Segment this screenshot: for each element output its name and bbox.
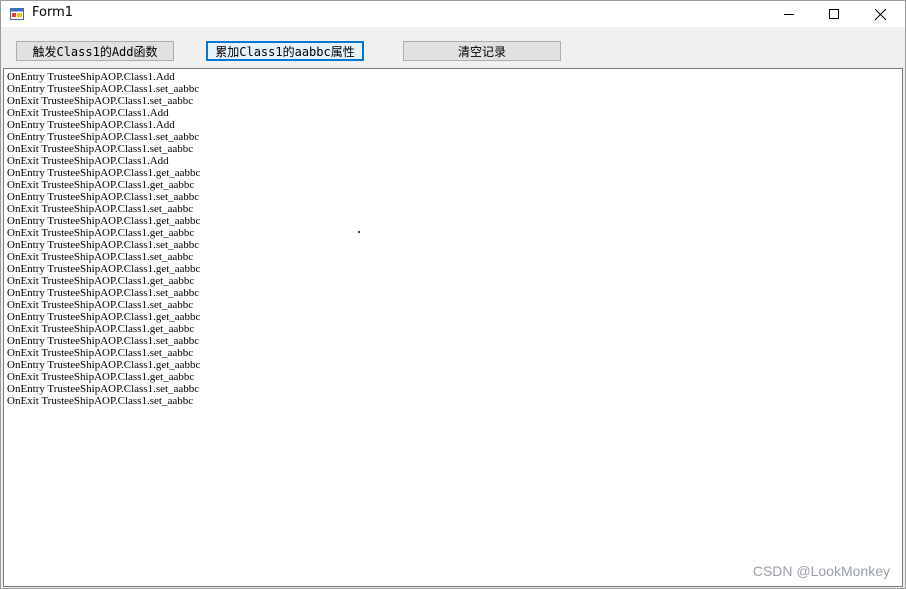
log-line: OnEntry TrusteeShipAOP.Class1.set_aabbc <box>7 191 200 203</box>
log-line: OnEntry TrusteeShipAOP.Class1.set_aabbc <box>7 239 200 251</box>
log-line: OnExit TrusteeShipAOP.Class1.Add <box>7 155 169 167</box>
accumulate-aabbc-button[interactable]: 累加Class1的aabbc属性 <box>206 41 364 61</box>
log-line: OnEntry TrusteeShipAOP.Class1.Add <box>7 71 175 83</box>
log-line: OnEntry TrusteeShipAOP.Class1.get_aabbc <box>7 215 201 227</box>
log-lines: OnEntry TrusteeShipAOP.Class1.Add OnEntry… <box>7 71 200 407</box>
maximize-icon <box>829 9 839 19</box>
minimize-icon <box>784 14 794 15</box>
log-line: OnEntry TrusteeShipAOP.Class1.set_aabbc <box>7 131 200 143</box>
mouse-cursor-dot <box>358 231 360 233</box>
log-line: OnEntry TrusteeShipAOP.Class1.get_aabbc <box>7 359 201 371</box>
log-line: OnExit TrusteeShipAOP.Class1.get_aabbc <box>7 227 195 239</box>
log-line: OnExit TrusteeShipAOP.Class1.set_aabbc <box>7 347 194 359</box>
log-line: OnExit TrusteeShipAOP.Class1.set_aabbc <box>7 395 194 407</box>
form1-window: Form1 触发Class1的Add函数 累加Class1的aabbc属性 清空… <box>0 0 906 589</box>
log-line: OnExit TrusteeShipAOP.Class1.set_aabbc <box>7 203 194 215</box>
log-line: OnExit TrusteeShipAOP.Class1.set_aabbc <box>7 299 194 311</box>
csdn-watermark: CSDN @LookMonkey <box>752 563 890 579</box>
clear-log-button[interactable]: 清空记录 <box>403 41 561 61</box>
log-line: OnExit TrusteeShipAOP.Class1.Add <box>7 107 169 119</box>
log-line: OnExit TrusteeShipAOP.Class1.set_aabbc <box>7 95 194 107</box>
log-line: OnEntry TrusteeShipAOP.Class1.set_aabbc <box>7 383 200 395</box>
log-textbox[interactable]: OnEntry TrusteeShipAOP.Class1.Add OnEntry… <box>3 68 903 587</box>
log-line: OnEntry TrusteeShipAOP.Class1.get_aabbc <box>7 311 201 323</box>
log-line: OnEntry TrusteeShipAOP.Class1.get_aabbc <box>7 167 201 179</box>
log-line: OnExit TrusteeShipAOP.Class1.set_aabbc <box>7 143 194 155</box>
log-line: OnExit TrusteeShipAOP.Class1.get_aabbc <box>7 275 195 287</box>
log-line: OnEntry TrusteeShipAOP.Class1.Add <box>7 119 175 131</box>
log-line: OnEntry TrusteeShipAOP.Class1.set_aabbc <box>7 335 200 347</box>
trigger-add-button[interactable]: 触发Class1的Add函数 <box>16 41 174 61</box>
log-line: OnExit TrusteeShipAOP.Class1.get_aabbc <box>7 179 195 191</box>
log-line: OnEntry TrusteeShipAOP.Class1.set_aabbc <box>7 83 200 95</box>
winforms-app-icon <box>10 6 26 22</box>
window-title: Form1 <box>32 5 74 20</box>
title-bar[interactable]: Form1 <box>1 1 905 27</box>
close-button[interactable] <box>857 1 903 27</box>
log-line: OnExit TrusteeShipAOP.Class1.get_aabbc <box>7 323 195 335</box>
log-line: OnEntry TrusteeShipAOP.Class1.get_aabbc <box>7 263 201 275</box>
log-line: OnExit TrusteeShipAOP.Class1.get_aabbc <box>7 371 195 383</box>
close-icon <box>874 8 886 20</box>
log-line: OnEntry TrusteeShipAOP.Class1.set_aabbc <box>7 287 200 299</box>
minimize-button[interactable] <box>766 1 812 27</box>
log-line: OnExit TrusteeShipAOP.Class1.set_aabbc <box>7 251 194 263</box>
maximize-button[interactable] <box>811 1 857 27</box>
